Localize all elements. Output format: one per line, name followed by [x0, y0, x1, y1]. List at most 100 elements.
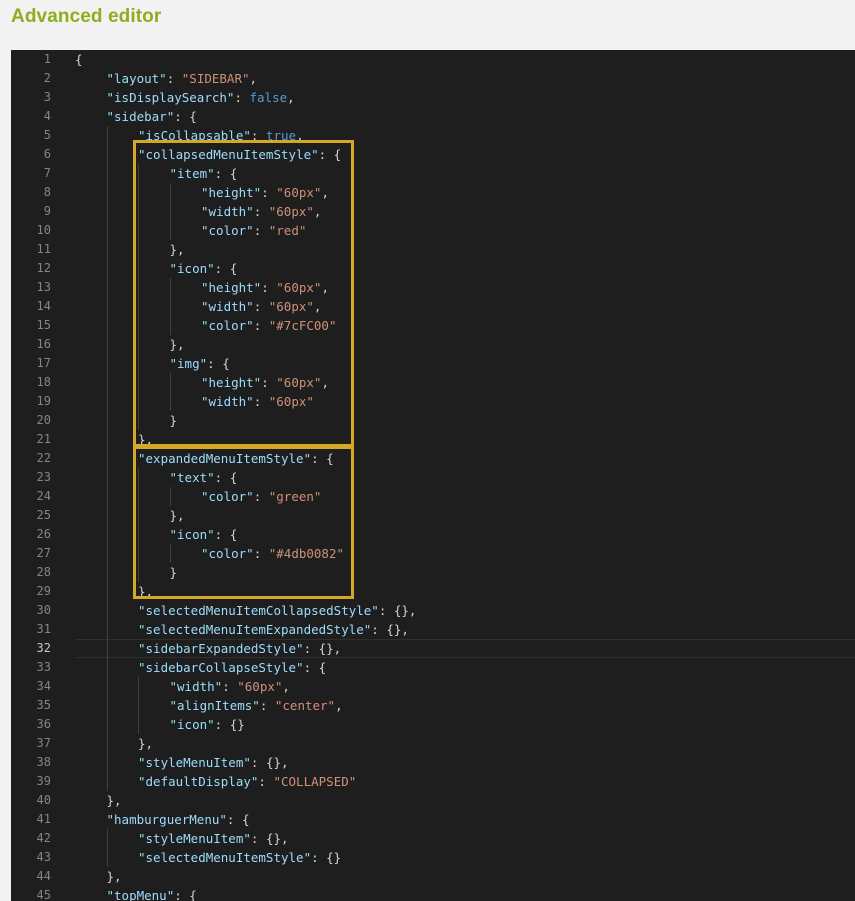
line-number: 28 — [36, 565, 51, 579]
indent-guide — [106, 677, 108, 696]
code-line[interactable]: "topMenu": { — [75, 886, 855, 901]
code-text: "layout": "SIDEBAR", — [107, 69, 258, 88]
indent-guide — [106, 696, 108, 715]
code-text: }, — [138, 734, 153, 753]
code-token: , — [335, 698, 343, 713]
line-number: 14 — [36, 299, 51, 313]
code-line[interactable]: "layout": "SIDEBAR", — [75, 69, 855, 88]
line-number: 19 — [36, 394, 51, 408]
indent-guide — [138, 715, 139, 734]
code-token: : — [259, 698, 275, 713]
line-number: 8 — [43, 185, 51, 199]
code-token: "SIDEBAR" — [181, 71, 250, 86]
indent-guide — [106, 468, 108, 487]
code-text: "styleMenuItem": {}, — [138, 753, 289, 772]
code-token: "COLLAPSED" — [273, 774, 357, 789]
line-number: 22 — [36, 451, 51, 465]
indent-guide — [106, 715, 108, 734]
indent-guide — [106, 297, 108, 316]
line-number: 4 — [43, 109, 51, 123]
indent-guide — [106, 373, 108, 392]
code-token: "60px" — [237, 679, 283, 694]
line-number: 39 — [36, 774, 51, 788]
indent-guide — [106, 848, 108, 867]
indent-guide — [106, 126, 108, 145]
line-number: 27 — [36, 546, 51, 560]
code-token: "alignItems" — [169, 698, 260, 713]
code-token: "styleMenuItem" — [138, 755, 251, 770]
indent-guide — [106, 202, 108, 221]
code-token: , — [287, 90, 295, 105]
code-line[interactable]: }, — [75, 867, 855, 886]
code-line[interactable]: "selectedMenuItemExpandedStyle": {}, — [75, 620, 855, 639]
line-number: 38 — [36, 755, 51, 769]
line-number: 7 — [43, 166, 51, 180]
code-token: }, — [138, 736, 154, 751]
code-text: "alignItems": "center", — [170, 696, 343, 715]
indent-guide — [106, 183, 108, 202]
indent-guide — [106, 772, 108, 791]
code-token: : {}, — [371, 622, 409, 637]
indent-guide — [106, 525, 108, 544]
code-text: "isDisplaySearch": false, — [107, 88, 295, 107]
line-number: 37 — [36, 736, 51, 750]
code-text: }, — [107, 867, 122, 886]
line-number: 30 — [36, 603, 51, 617]
code-line[interactable]: "hamburguerMenu": { — [75, 810, 855, 829]
code-text: "styleMenuItem": {}, — [138, 829, 289, 848]
code-text: "sidebarCollapseStyle": { — [138, 658, 326, 677]
code-line[interactable]: { — [75, 50, 855, 69]
collapsed-menu-item-style-highlight — [133, 140, 354, 447]
code-token: : {}, — [250, 831, 289, 846]
code-token: : { — [174, 109, 197, 124]
code-line[interactable]: "alignItems": "center", — [75, 696, 855, 715]
code-line[interactable]: "width": "60px", — [75, 677, 855, 696]
indent-guide — [106, 639, 108, 658]
code-line[interactable]: "defaultDisplay": "COLLAPSED" — [75, 772, 855, 791]
code-token: : — [258, 774, 274, 789]
code-line[interactable]: "sidebar": { — [75, 107, 855, 126]
code-line[interactable]: }, — [75, 791, 855, 810]
indent-guide — [106, 354, 108, 373]
indent-guide — [106, 829, 108, 848]
code-text: "selectedMenuItemExpandedStyle": {}, — [138, 620, 409, 639]
line-number: 16 — [36, 337, 51, 351]
line-number: 5 — [43, 128, 51, 142]
code-line[interactable]: "selectedMenuItemCollapsedStyle": {}, — [75, 601, 855, 620]
code-line[interactable]: "icon": {} — [75, 715, 855, 734]
code-token: : {}, — [250, 755, 289, 770]
indent-guide — [106, 145, 108, 164]
code-token: : {} — [214, 717, 245, 732]
code-text: "width": "60px", — [170, 677, 290, 696]
indent-guide — [106, 240, 108, 259]
indent-guide — [106, 544, 108, 563]
line-number: 13 — [36, 280, 51, 294]
code-token: "topMenu" — [106, 888, 175, 901]
code-token: "center" — [274, 698, 336, 713]
line-number: 36 — [36, 717, 51, 731]
code-text: "hamburguerMenu": { — [107, 810, 250, 829]
code-token: : { — [303, 660, 327, 675]
line-number: 23 — [36, 470, 51, 484]
code-line[interactable]: "styleMenuItem": {}, — [75, 829, 855, 848]
code-token: : {}, — [303, 641, 342, 656]
code-line[interactable]: "styleMenuItem": {}, — [75, 753, 855, 772]
code-line[interactable]: "isDisplaySearch": false, — [75, 88, 855, 107]
code-line[interactable]: "selectedMenuItemStyle": {} — [75, 848, 855, 867]
code-token: "selectedMenuItemExpandedStyle" — [138, 622, 372, 637]
code-line[interactable]: "sidebarCollapseStyle": { — [75, 658, 855, 677]
code-token: { — [75, 52, 83, 67]
code-token: : — [166, 71, 182, 86]
line-number: 33 — [36, 660, 51, 674]
json-code-editor[interactable]: 1 2 3 4 5 6 7 8 9 10 11 12 13 14 15 16 17 18 19 20 21 22 23 24 2… — [11, 50, 855, 901]
indent-guide — [106, 620, 108, 639]
code-line[interactable]: "sidebarExpandedStyle": {}, — [75, 639, 855, 658]
line-number: 18 — [36, 375, 51, 389]
code-token: "selectedMenuItemCollapsedStyle" — [138, 603, 379, 618]
line-number: 20 — [36, 413, 51, 427]
line-number: 35 — [36, 698, 51, 712]
code-token: "selectedMenuItemStyle" — [138, 850, 312, 865]
indent-guide — [106, 601, 108, 620]
code-line[interactable]: }, — [75, 734, 855, 753]
line-number: 21 — [36, 432, 51, 446]
